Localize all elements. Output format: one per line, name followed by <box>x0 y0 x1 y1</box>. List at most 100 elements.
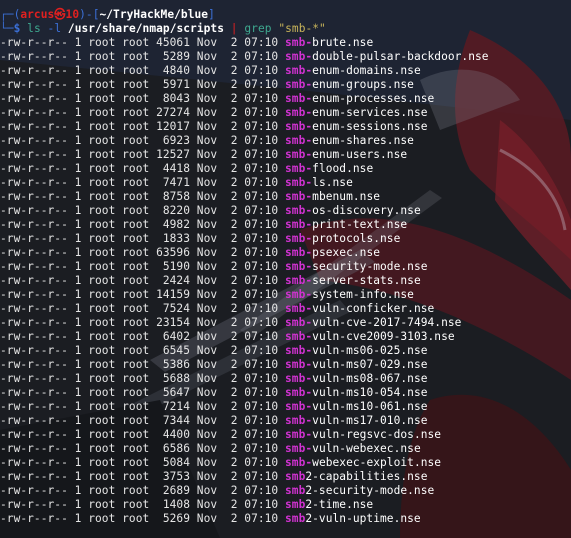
file-name-rest: os-discovery.nse <box>312 204 421 217</box>
file-name-rest: vuln-regsvc-dos.nse <box>312 428 442 441</box>
file-name-match: smb- <box>285 36 313 49</box>
file-meta: 1 root root 6923 Nov 2 07:10 <box>67 134 285 147</box>
file-permissions: -rw-r--r-- <box>0 428 68 441</box>
file-row: -rw-r--r-- 1 root root 4840 Nov 2 07:10 … <box>0 64 571 78</box>
file-name-match: smb- <box>285 246 313 259</box>
file-name-match: smb- <box>285 414 313 427</box>
file-name-match: smb- <box>285 400 313 413</box>
prompt-path: ~/TryHackMe/blue <box>99 8 209 21</box>
file-permissions: -rw-r--r-- <box>0 134 68 147</box>
file-meta: 1 root root 2689 Nov 2 07:10 <box>67 484 285 497</box>
file-name-rest: vuln-cve2009-3103.nse <box>312 330 455 343</box>
file-permissions: -rw-r--r-- <box>0 358 68 371</box>
file-permissions: -rw-r--r-- <box>0 498 68 511</box>
file-row: -rw-r--r-- 1 root root 8220 Nov 2 07:10 … <box>0 204 571 218</box>
file-meta: 1 root root 14159 Nov 2 07:10 <box>67 288 285 301</box>
file-name-rest: vuln-conficker.nse <box>312 302 435 315</box>
file-name-rest: flood.nse <box>312 162 374 175</box>
file-meta: 1 root root 7214 Nov 2 07:10 <box>67 400 285 413</box>
command-ls: ls <box>27 22 41 35</box>
file-name-rest: protocols.nse <box>312 232 401 245</box>
file-row: -rw-r--r-- 1 root root 4982 Nov 2 07:10 … <box>0 218 571 232</box>
file-name-match: smb <box>285 470 306 483</box>
file-permissions: -rw-r--r-- <box>0 400 68 413</box>
file-meta: 1 root root 8220 Nov 2 07:10 <box>67 204 285 217</box>
file-permissions: -rw-r--r-- <box>0 36 68 49</box>
file-name-rest: enum-services.nse <box>312 106 428 119</box>
terminal-output: ┌─(arcus㉿10)-[~/TryHackMe/blue] └─$ ls -… <box>0 8 571 526</box>
file-row: -rw-r--r-- 1 root root 2424 Nov 2 07:10 … <box>0 274 571 288</box>
file-meta: 1 root root 45061 Nov 2 07:10 <box>67 36 285 49</box>
file-name-rest: system-info.nse <box>312 288 414 301</box>
file-row: -rw-r--r-- 1 root root 5688 Nov 2 07:10 … <box>0 372 571 386</box>
file-permissions: -rw-r--r-- <box>0 512 68 525</box>
file-row: -rw-r--r-- 1 root root 12017 Nov 2 07:10… <box>0 120 571 134</box>
file-row: -rw-r--r-- 1 root root 5084 Nov 2 07:10 … <box>0 456 571 470</box>
file-name-rest: vuln-ms06-025.nse <box>312 344 428 357</box>
prompt-skull-icon: ㉿ <box>54 8 66 21</box>
prompt-header: ┌─(arcus㉿10)-[~/TryHackMe/blue] <box>0 8 571 22</box>
file-row: -rw-r--r-- 1 root root 7344 Nov 2 07:10 … <box>0 414 571 428</box>
file-row: -rw-r--r-- 1 root root 4400 Nov 2 07:10 … <box>0 428 571 442</box>
file-permissions: -rw-r--r-- <box>0 50 68 63</box>
file-permissions: -rw-r--r-- <box>0 442 68 455</box>
file-row: -rw-r--r-- 1 root root 6402 Nov 2 07:10 … <box>0 330 571 344</box>
file-permissions: -rw-r--r-- <box>0 232 68 245</box>
file-name-match: smb- <box>285 330 313 343</box>
file-row: -rw-r--r-- 1 root root 63596 Nov 2 07:10… <box>0 246 571 260</box>
file-meta: 1 root root 4840 Nov 2 07:10 <box>67 64 285 77</box>
file-name-rest: 2-security-mode.nse <box>305 484 435 497</box>
file-name-rest: vuln-ms17-010.nse <box>312 414 428 427</box>
file-name-rest: vuln-ms07-029.nse <box>312 358 428 371</box>
file-meta: 1 root root 1408 Nov 2 07:10 <box>67 498 285 511</box>
file-row: -rw-r--r-- 1 root root 5971 Nov 2 07:10 … <box>0 78 571 92</box>
file-permissions: -rw-r--r-- <box>0 456 68 469</box>
file-name-rest: brute.nse <box>312 36 374 49</box>
file-row: -rw-r--r-- 1 root root 8043 Nov 2 07:10 … <box>0 92 571 106</box>
command-grep: grep <box>244 22 272 35</box>
file-meta: 1 root root 4418 Nov 2 07:10 <box>67 162 285 175</box>
file-name-rest: enum-processes.nse <box>312 92 435 105</box>
file-permissions: -rw-r--r-- <box>0 414 68 427</box>
file-name-match: smb- <box>285 190 313 203</box>
file-row: -rw-r--r-- 1 root root 5269 Nov 2 07:10 … <box>0 512 571 526</box>
file-row: -rw-r--r-- 1 root root 6545 Nov 2 07:10 … <box>0 344 571 358</box>
file-meta: 1 root root 23154 Nov 2 07:10 <box>67 316 285 329</box>
file-name-match: smb- <box>285 386 313 399</box>
file-permissions: -rw-r--r-- <box>0 246 68 259</box>
file-name-match: smb- <box>285 120 313 133</box>
file-meta: 1 root root 7524 Nov 2 07:10 <box>67 302 285 315</box>
file-meta: 1 root root 6586 Nov 2 07:10 <box>67 442 285 455</box>
file-row: -rw-r--r-- 1 root root 7214 Nov 2 07:10 … <box>0 400 571 414</box>
file-permissions: -rw-r--r-- <box>0 106 68 119</box>
file-name-match: smb- <box>285 442 313 455</box>
file-row: -rw-r--r-- 1 root root 27274 Nov 2 07:10… <box>0 106 571 120</box>
prompt-frame-mid: )-[ <box>79 8 100 21</box>
file-permissions: -rw-r--r-- <box>0 288 68 301</box>
file-name-match: smb- <box>285 316 313 329</box>
command-line[interactable]: └─$ ls -l /usr/share/nmap/scripts | grep… <box>0 22 571 36</box>
command-argument: /usr/share/nmap/scripts <box>67 22 224 35</box>
file-permissions: -rw-r--r-- <box>0 120 68 133</box>
file-permissions: -rw-r--r-- <box>0 330 68 343</box>
file-row: -rw-r--r-- 1 root root 4418 Nov 2 07:10 … <box>0 162 571 176</box>
file-name-match: smb- <box>285 218 313 231</box>
file-row: -rw-r--r-- 1 root root 5190 Nov 2 07:10 … <box>0 260 571 274</box>
file-permissions: -rw-r--r-- <box>0 190 68 203</box>
file-name-match: smb- <box>285 358 313 371</box>
file-name-rest: double-pulsar-backdoor.nse <box>312 50 489 63</box>
file-meta: 1 root root 5971 Nov 2 07:10 <box>67 78 285 91</box>
file-name-rest: 2-capabilities.nse <box>305 470 428 483</box>
file-meta: 1 root root 8758 Nov 2 07:10 <box>67 190 285 203</box>
file-meta: 1 root root 5647 Nov 2 07:10 <box>67 386 285 399</box>
file-name-match: smb- <box>285 148 313 161</box>
file-name-rest: webexec-exploit.nse <box>312 456 442 469</box>
file-permissions: -rw-r--r-- <box>0 260 68 273</box>
file-row: -rw-r--r-- 1 root root 23154 Nov 2 07:10… <box>0 316 571 330</box>
file-name-rest: vuln-ms10-061.nse <box>312 400 428 413</box>
file-permissions: -rw-r--r-- <box>0 302 68 315</box>
file-permissions: -rw-r--r-- <box>0 92 68 105</box>
file-permissions: -rw-r--r-- <box>0 148 68 161</box>
prompt-frame-end: ] <box>208 8 215 21</box>
file-row: -rw-r--r-- 1 root root 7524 Nov 2 07:10 … <box>0 302 571 316</box>
